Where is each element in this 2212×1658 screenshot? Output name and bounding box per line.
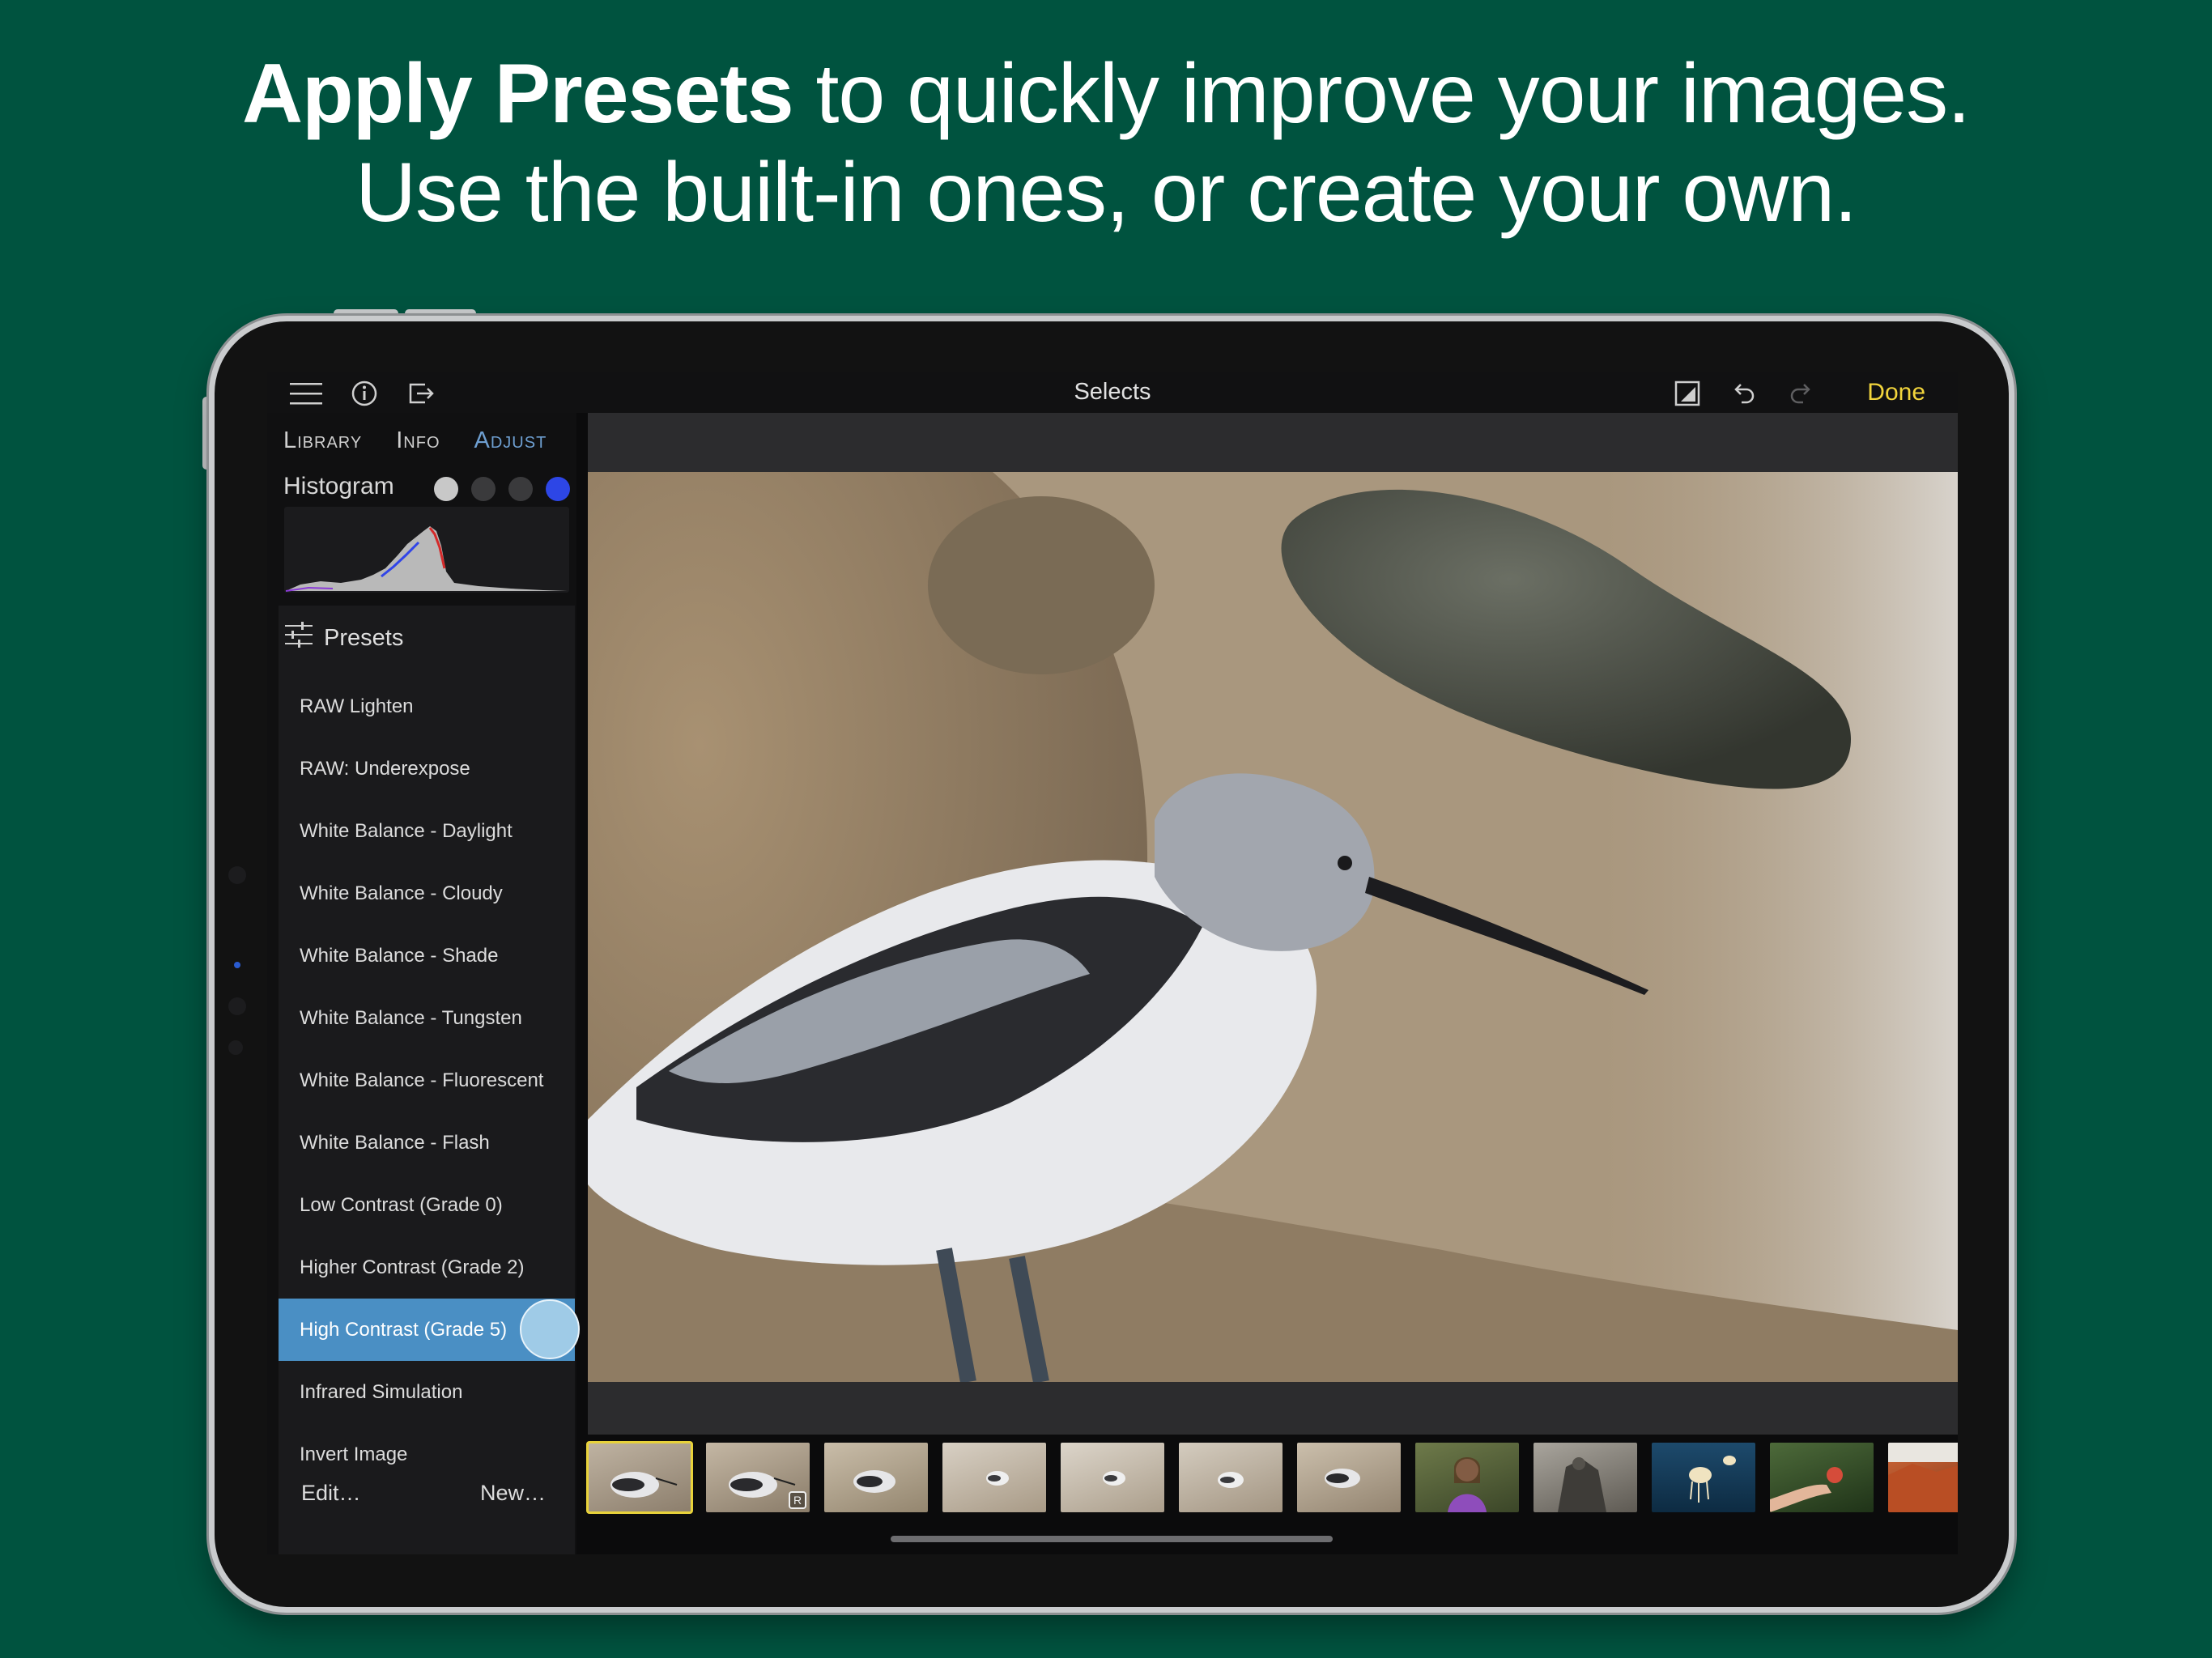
headline-line-1: Apply Presets to quickly improve your im…: [0, 45, 2212, 143]
preset-label: Infrared Simulation: [300, 1380, 463, 1403]
preset-label: White Balance - Shade: [300, 944, 499, 967]
preset-label: White Balance - Tungsten: [300, 1006, 522, 1029]
image-canvas: [588, 413, 1958, 1435]
thumbnail[interactable]: [1415, 1443, 1519, 1512]
sidebar: Library Info Adjust Histogram Presets RA…: [267, 413, 580, 1554]
preset-label: RAW Lighten: [300, 695, 414, 717]
preset-label: White Balance - Flash: [300, 1131, 490, 1154]
thumbnail[interactable]: [1770, 1443, 1874, 1512]
histogram-label: Histogram: [283, 473, 394, 500]
home-indicator: [891, 1536, 1333, 1542]
thumbnail[interactable]: R: [706, 1443, 810, 1512]
thumbnail[interactable]: [824, 1443, 928, 1512]
thumbnail[interactable]: [942, 1443, 1046, 1512]
headline-rest: to quickly improve your images.: [793, 47, 1971, 141]
tab-adjust[interactable]: Adjust: [474, 427, 547, 454]
tab-library[interactable]: Library: [283, 427, 362, 454]
histogram-blue-toggle[interactable]: [546, 477, 570, 501]
histogram-luminance-toggle[interactable]: [434, 477, 458, 501]
preset-label: Higher Contrast (Grade 2): [300, 1256, 525, 1278]
undo-icon[interactable]: [1728, 379, 1760, 408]
thumbnail[interactable]: [1061, 1443, 1164, 1512]
redo-icon[interactable]: [1784, 379, 1817, 408]
preset-item[interactable]: RAW: Underexpose: [279, 738, 575, 800]
preset-label: RAW: Underexpose: [300, 757, 470, 780]
compare-before-after-icon[interactable]: [1671, 379, 1704, 408]
device-camera-dot: [234, 962, 240, 968]
raw-badge: R: [789, 1491, 806, 1509]
sidebar-tabs: Library Info Adjust: [283, 427, 547, 454]
thumbnail[interactable]: [1652, 1443, 1755, 1512]
presets-panel: Presets RAW Lighten RAW: Underexpose Whi…: [279, 606, 580, 1554]
histogram-green-toggle[interactable]: [508, 477, 533, 501]
thumbnail[interactable]: [1534, 1443, 1637, 1512]
preset-list: RAW Lighten RAW: Underexpose White Balan…: [279, 675, 580, 1486]
histogram-chart: [284, 507, 569, 593]
marketing-headline: Apply Presets to quickly improve your im…: [0, 45, 2212, 242]
preset-item-selected[interactable]: High Contrast (Grade 5): [279, 1299, 580, 1361]
device-sensor: [228, 1040, 243, 1055]
preset-item[interactable]: Higher Contrast (Grade 2): [279, 1236, 575, 1299]
new-preset-button[interactable]: New…: [480, 1481, 546, 1506]
preset-item[interactable]: RAW Lighten: [279, 675, 575, 738]
thumbnail[interactable]: [1179, 1443, 1283, 1512]
presets-footer: Edit… New…: [279, 1469, 575, 1517]
touch-indicator: [520, 1299, 580, 1359]
filmstrip: R: [586, 1441, 1958, 1520]
preset-item[interactable]: White Balance - Tungsten: [279, 987, 575, 1049]
thumbnail[interactable]: [586, 1441, 693, 1514]
preset-item[interactable]: White Balance - Cloudy: [279, 862, 575, 925]
preset-item[interactable]: White Balance - Flash: [279, 1112, 575, 1174]
edit-presets-button[interactable]: Edit…: [301, 1481, 361, 1506]
preset-label: White Balance - Fluorescent: [300, 1069, 544, 1091]
preset-label: High Contrast (Grade 5): [300, 1318, 508, 1341]
done-button[interactable]: Done: [1867, 379, 1925, 406]
presets-label: Presets: [324, 624, 404, 651]
preset-label: White Balance - Daylight: [300, 819, 513, 842]
tab-info[interactable]: Info: [396, 427, 440, 454]
preset-item[interactable]: White Balance - Fluorescent: [279, 1049, 575, 1112]
device-sensor: [228, 866, 246, 884]
sliders-icon: [285, 621, 313, 655]
preset-label: Invert Image: [300, 1443, 408, 1465]
device-sensor: [228, 997, 246, 1015]
preset-label: White Balance - Cloudy: [300, 882, 503, 904]
headline-bold: Apply Presets: [241, 47, 794, 141]
top-toolbar: Selects Done: [267, 372, 1958, 413]
thumbnail[interactable]: [1297, 1443, 1401, 1512]
histogram-header: Histogram: [283, 473, 570, 505]
app-screen: Selects Done Library Info Adjust Histogr…: [267, 372, 1958, 1554]
thumbnail[interactable]: [1888, 1443, 1958, 1512]
preset-item[interactable]: Infrared Simulation: [279, 1361, 575, 1423]
preset-label: Low Contrast (Grade 0): [300, 1193, 503, 1216]
bird-photo-illustration: [588, 472, 1958, 1382]
histogram-red-toggle[interactable]: [471, 477, 496, 501]
presets-header[interactable]: Presets: [285, 622, 403, 654]
preset-item[interactable]: White Balance - Daylight: [279, 800, 575, 862]
preset-item[interactable]: Low Contrast (Grade 0): [279, 1174, 575, 1236]
album-title: Selects: [1074, 379, 1151, 405]
headline-line-2: Use the built-in ones, or create your ow…: [355, 146, 1857, 240]
main-photo[interactable]: [588, 472, 1958, 1382]
preset-item[interactable]: White Balance - Shade: [279, 925, 575, 987]
